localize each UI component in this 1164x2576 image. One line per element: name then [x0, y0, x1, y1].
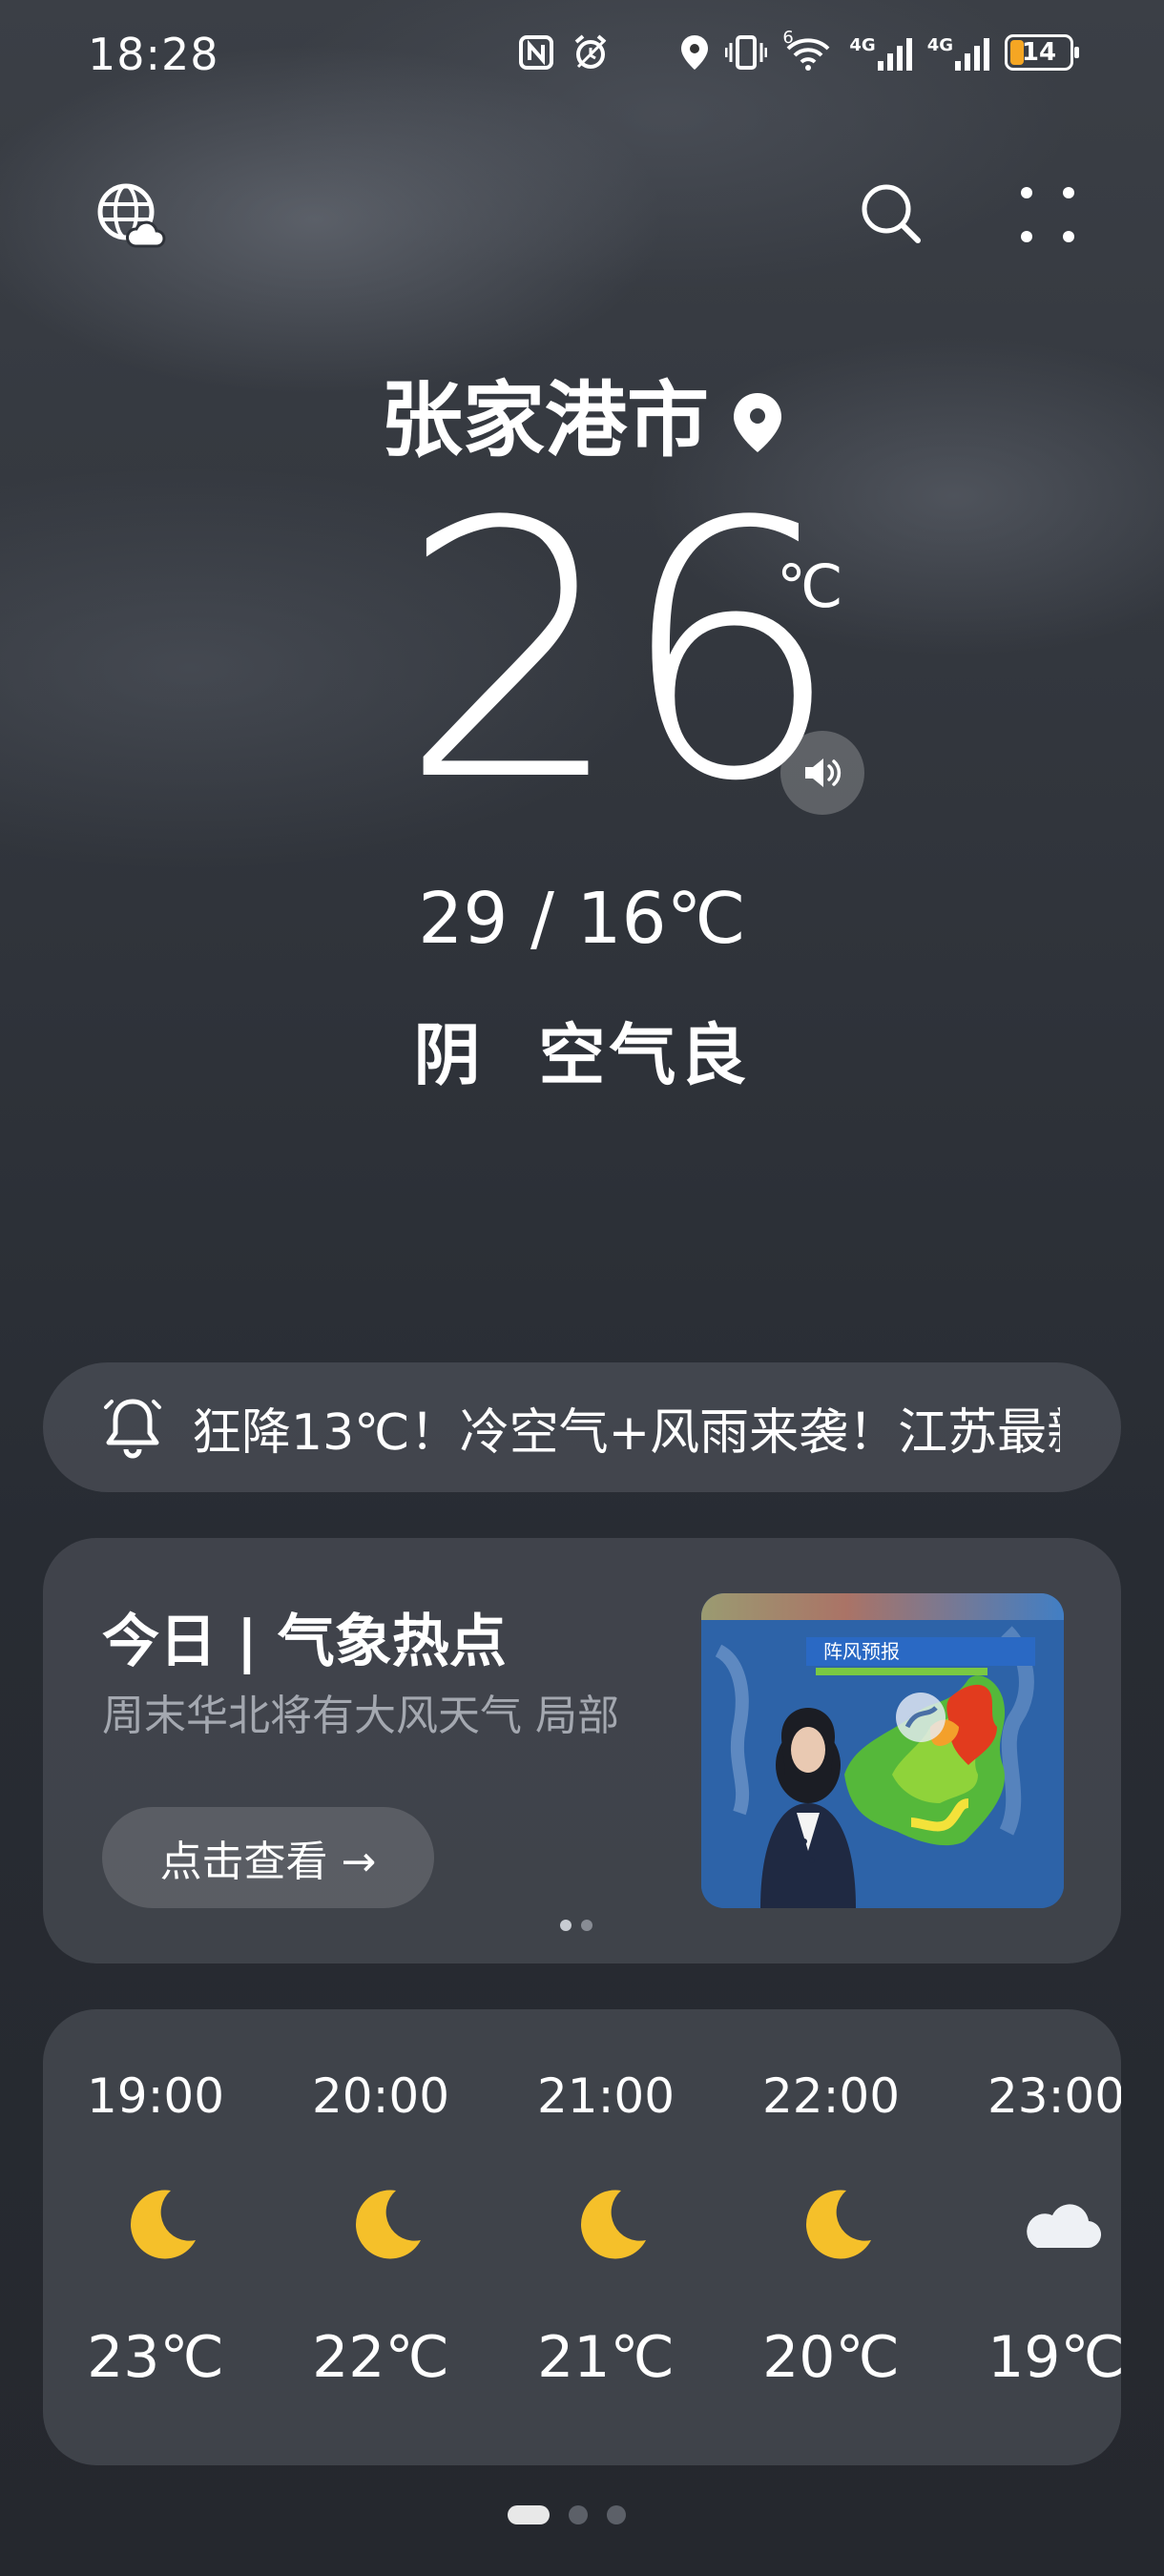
battery-icon: 14 — [1005, 34, 1079, 71]
network-type-2: 4G — [926, 34, 953, 55]
globe-cloud-icon — [97, 183, 166, 248]
signal-1: 4G — [849, 34, 912, 71]
hour-time: 23:00 — [987, 2068, 1121, 2124]
hour-time: 20:00 — [311, 2068, 450, 2124]
hot-topic-title: 今日 | 气象热点 — [102, 1609, 507, 1675]
temperature-range: 29 / 16℃ — [418, 878, 746, 960]
battery-level: 14 — [1021, 38, 1057, 67]
voice-broadcast-button[interactable] — [780, 731, 864, 815]
wifi-icon: 6 — [782, 28, 834, 72]
hour-time: 22:00 — [761, 2068, 901, 2124]
carousel-indicator — [560, 1920, 592, 1931]
hour-temp: 23℃ — [87, 2324, 224, 2391]
weather-map-image: 阵风预报 — [701, 1593, 1064, 1908]
hour-temp: 20℃ — [762, 2324, 900, 2391]
alarm-icon — [575, 34, 607, 69]
map-caption: 阵风预报 — [823, 1640, 900, 1663]
speaker-icon — [805, 758, 842, 787]
hourly-forecast-card[interactable]: 19:00 23℃ 20:00 22℃ 21:00 21℃ 22:00 20℃ … — [43, 2009, 1121, 2465]
hour-temp: 19℃ — [987, 2324, 1121, 2391]
moon-icon — [581, 2190, 646, 2259]
signal-2: 4G — [927, 35, 989, 71]
bell-icon — [104, 1399, 161, 1459]
moon-icon — [356, 2190, 421, 2259]
search-icon — [862, 184, 921, 243]
location-status-icon — [681, 35, 709, 70]
current-temperature: 26 — [399, 448, 842, 859]
forecast-video-thumbnail[interactable]: 阵风预报 — [701, 1593, 1064, 1908]
more-dots-icon — [1021, 187, 1074, 242]
view-button[interactable]: 点击查看 → — [102, 1807, 434, 1908]
hour-temp: 22℃ — [312, 2324, 449, 2391]
city-manage-button[interactable] — [94, 179, 166, 252]
weather-condition: 阴 空气良 — [413, 1016, 751, 1094]
hot-topic-card[interactable]: 今日 | 气象热点 周末华北将有大风天气 局部 点击查看 → 阵风预报 — [43, 1538, 1121, 1963]
hour-temp: 21℃ — [537, 2324, 675, 2391]
vibrate-icon — [725, 35, 768, 70]
page-indicator — [508, 2505, 626, 2524]
temperature-unit: ℃ — [777, 551, 843, 621]
wifi-badge: 6 — [782, 28, 794, 48]
search-button[interactable] — [857, 179, 925, 248]
cloud-icon — [1027, 2204, 1102, 2249]
hour-time: 21:00 — [536, 2068, 676, 2124]
alert-text: 狂降13℃！冷空气+风雨来袭！江苏最新 — [192, 1403, 1060, 1462]
status-time: 18:28 — [88, 29, 219, 80]
status-icons: 6 4G 4G 14 — [517, 28, 1079, 73]
hour-time: 19:00 — [86, 2068, 225, 2124]
nfc-icon — [519, 35, 554, 70]
moon-icon — [806, 2190, 871, 2259]
moon-icon — [131, 2190, 196, 2259]
network-type-1: 4G — [849, 34, 876, 55]
hot-topic-subtitle: 周末华北将有大风天气 局部 — [102, 1692, 619, 1740]
more-menu-button[interactable] — [1019, 183, 1076, 248]
weather-alert-banner[interactable]: 狂降13℃！冷空气+风雨来袭！江苏最新 — [43, 1362, 1121, 1492]
